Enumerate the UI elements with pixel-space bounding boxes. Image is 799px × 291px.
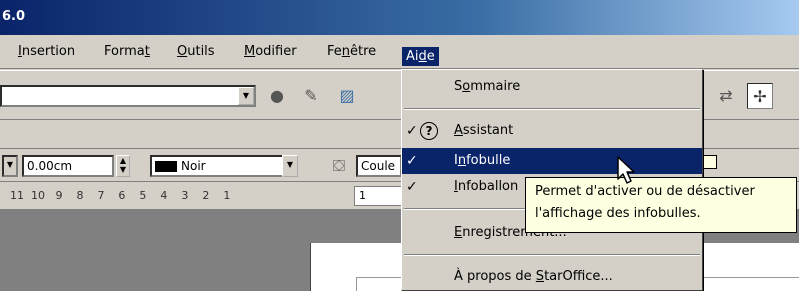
note-icon: [703, 155, 717, 169]
title-bar: 6.0: [0, 0, 799, 35]
ruler-field[interactable]: 1: [354, 186, 402, 206]
line-color-select[interactable]: Noir: [150, 155, 290, 177]
check-icon: ✓: [406, 153, 418, 169]
ruler-numbers: 11 10 9 8 7 6 5 4 3 2 1: [10, 189, 231, 202]
menu-item-label: Sommaire: [454, 79, 521, 94]
spin-button[interactable]: ▲ ▼: [116, 155, 130, 177]
line-color-label: Noir: [181, 159, 206, 173]
menu-format[interactable]: Format: [104, 44, 150, 59]
stop-icon[interactable]: ●: [264, 83, 290, 109]
line-width-field[interactable]: 0.00cm: [22, 155, 114, 177]
menu-insertion[interactable]: Insertion: [18, 44, 75, 59]
menu-modifier[interactable]: Modifier: [244, 44, 297, 59]
menu-item-label: Infobulle: [454, 153, 511, 168]
color-swatch: [155, 161, 177, 172]
check-icon: ✓: [406, 179, 418, 195]
mouse-cursor-icon: [617, 156, 635, 184]
menu-separator: [404, 254, 700, 256]
check-icon: ✓: [406, 123, 418, 139]
menu-item-a-propos[interactable]: À propos de StarOffice...: [402, 264, 702, 290]
chevron-down-icon[interactable]: ▼: [238, 87, 254, 105]
chevron-down-icon[interactable]: ▼: [2, 155, 18, 177]
url-combo[interactable]: ▼: [0, 85, 256, 107]
menu-fenetre[interactable]: Fenêtre: [327, 44, 376, 59]
chevron-down-icon[interactable]: ▼: [282, 155, 298, 177]
menu-item-label: Assistant: [454, 123, 514, 138]
navigator-icon[interactable]: ✢: [747, 83, 773, 109]
infobulle-tooltip: Permet d'activer ou de désactiver l'affi…: [525, 177, 797, 233]
area-color-select[interactable]: Coule: [356, 155, 402, 177]
menu-aide[interactable]: Aide: [402, 47, 439, 66]
menu-item-sommaire[interactable]: Sommaire: [402, 74, 702, 100]
image-icon[interactable]: ▨: [334, 83, 360, 109]
tooltip-line-2: l'affichage des infobulles.: [535, 206, 701, 221]
menu-item-infobulle[interactable]: ✓ Infobulle: [402, 148, 702, 174]
help-icon: ?: [420, 122, 438, 140]
tooltip-line-1: Permet d'activer ou de désactiver: [535, 184, 755, 199]
arrows-icon[interactable]: ⇄: [713, 83, 739, 109]
menu-item-assistant[interactable]: ✓ ? Assistant: [402, 118, 702, 144]
window-title: 6.0: [2, 9, 26, 24]
bucket-icon[interactable]: ⛋: [326, 153, 352, 179]
menu-outils[interactable]: Outils: [177, 44, 215, 59]
menu-bar: Insertion Format Outils Modifier Fenêtre…: [0, 35, 799, 69]
menu-item-label: À propos de StarOffice...: [454, 269, 613, 284]
edit-icon[interactable]: ✎: [298, 83, 324, 109]
menu-item-label: Infoballon: [454, 179, 519, 194]
menu-separator: [404, 108, 700, 110]
